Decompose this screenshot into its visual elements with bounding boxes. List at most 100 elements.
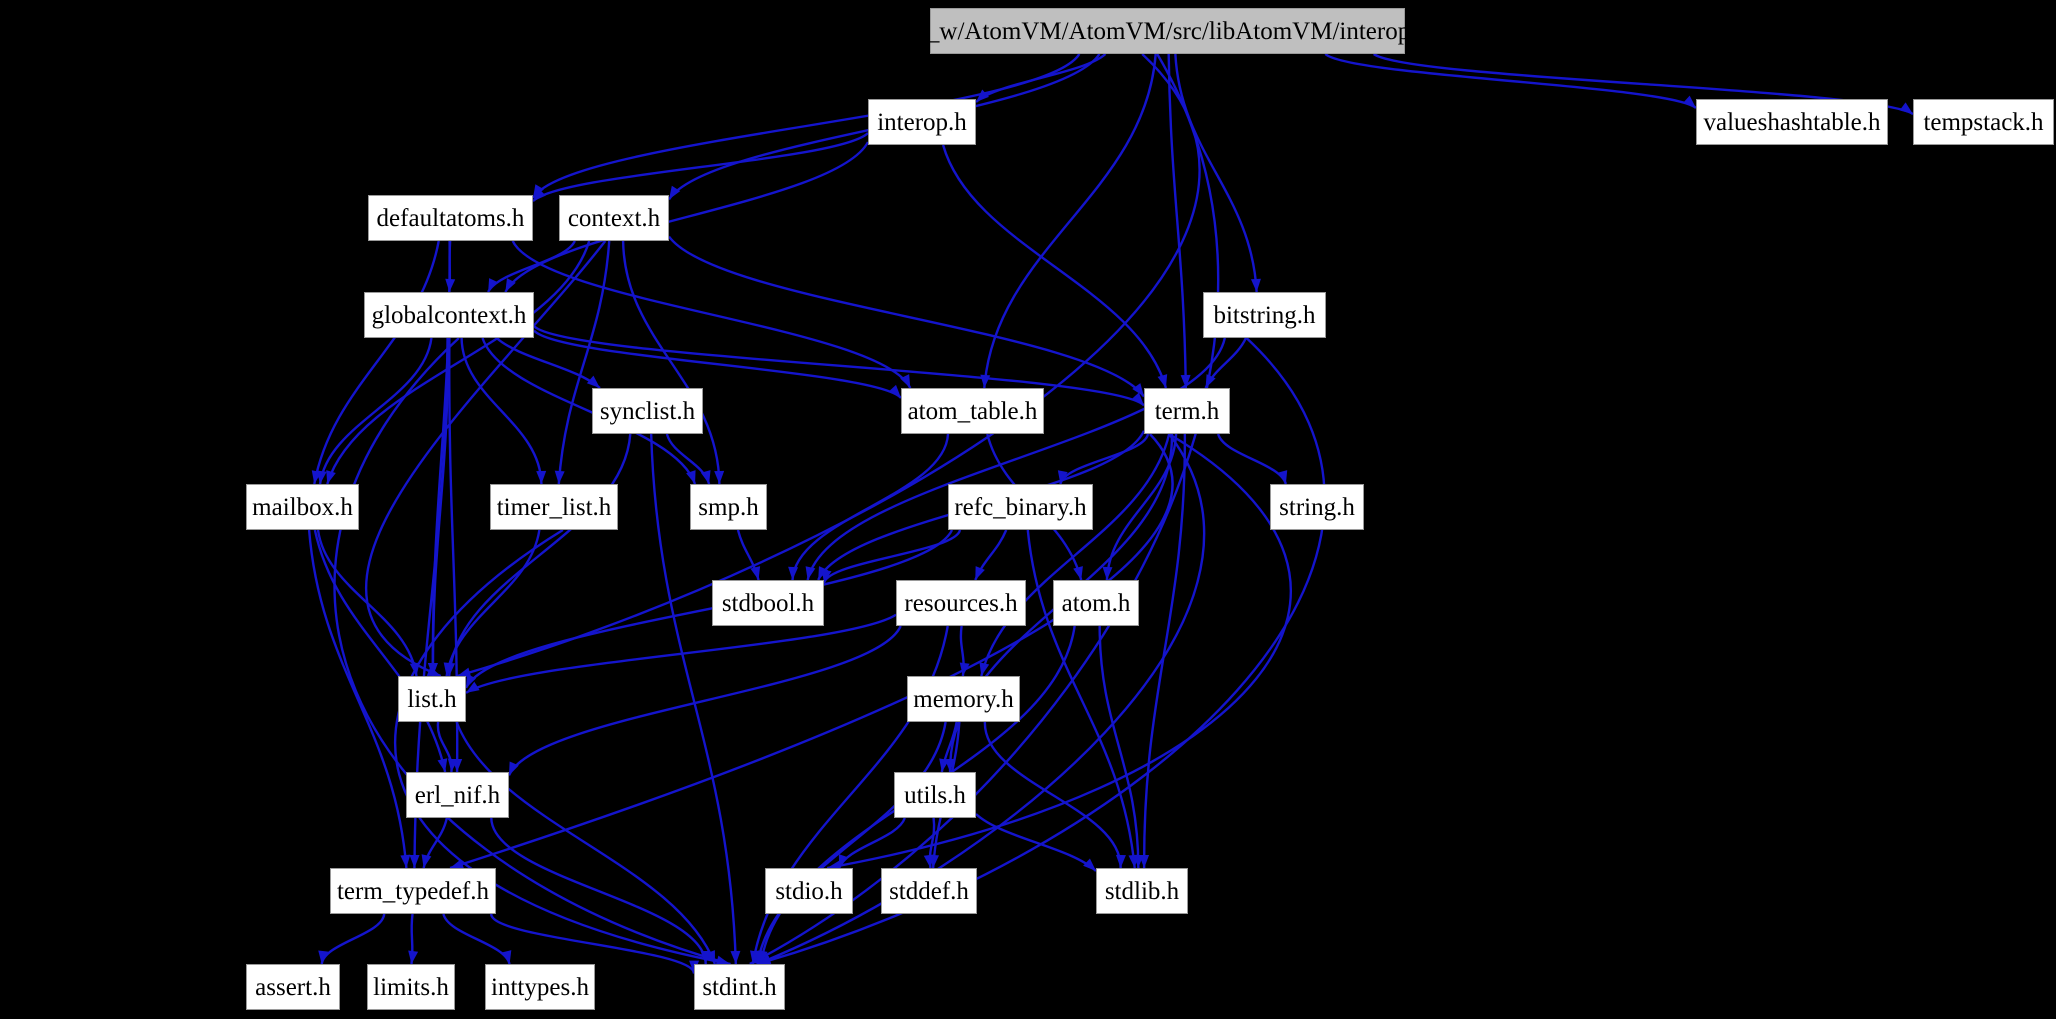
graph-node-atom-h[interactable]: atom.h [1053,580,1139,626]
graph-node-label: bitstring.h [1213,301,1316,329]
graph-node-label: /__w/AtomVM/AtomVM/src/libAtomVM/interop… [907,17,1428,45]
graph-node-stdint-h[interactable]: stdint.h [694,964,785,1010]
graph-edge-context_h-to-globalcontext_h [487,240,576,293]
graph-arrowhead-interop_c-to-context_h [669,185,681,200]
graph-node-tempstack-h[interactable]: tempstack.h [1913,99,2054,145]
graph-node-valueshashtable-h[interactable]: valueshashtable.h [1696,99,1888,145]
graph-node-label: valueshashtable.h [1703,108,1881,136]
graph-node-label: term.h [1154,397,1220,425]
graph-arrowhead-globalcontext_h-to-atom_table_h [888,384,901,398]
graph-arrowhead-context_h-to-mailbox_h [326,470,336,484]
graph-arrowhead-atom_table_h-to-stdbool_h [788,566,799,580]
graph-node-label: stddef.h [889,877,969,905]
graph-node-defaultatoms-h[interactable]: defaultatoms.h [368,195,533,241]
graph-arrowhead-globalcontext_h-to-timer_list_h [536,470,547,484]
graph-edge-mailbox_h-to-term_typedef_h [307,529,408,869]
graph-edge-defaultatoms_h-to-mailbox_h [313,240,440,485]
graph-node-interop-h[interactable]: interop.h [868,99,976,145]
graph-edge-interop_c-to-atom_table_h [983,53,1157,389]
graph-node-limits-h[interactable]: limits.h [367,964,455,1010]
graph-edge-term_typedef_h-to-assert_h [320,913,386,965]
graph-arrowhead-refc_binary_h-to-resources_h [975,566,985,580]
graph-edge-memory_h-to-stdint_h [756,721,947,965]
graph-edge-interop_c-to-defaultatoms_h [531,53,1081,199]
graph-node-label: stdint.h [702,973,777,1001]
graph-edge-context_h-to-timer_list_h [557,240,611,485]
graph-node-label: resources.h [904,589,1018,617]
graph-edge-term_h-to-stdlib_h [1142,433,1187,869]
graph-arrowhead-memory_h-to-stdlib_h [1115,854,1126,868]
graph-node-label: string.h [1279,493,1355,521]
graph-node-list-h[interactable]: list.h [398,676,466,722]
graph-node-refc-binary-h[interactable]: refc_binary.h [948,484,1093,530]
graph-node-label: inttypes.h [491,973,589,1001]
graph-node-smp-h[interactable]: smp.h [690,484,767,530]
graph-arrowhead-interop_h-to-term_h [1157,374,1168,388]
graph-node-stddef-h[interactable]: stddef.h [881,868,977,914]
graph-node-label: stdio.h [775,877,843,905]
graph-node-label: memory.h [913,685,1014,713]
graph-arrowhead-utils_h-to-stdlib_h [1083,858,1096,871]
include-dependency-graph: /__w/AtomVM/AtomVM/src/libAtomVM/interop… [0,0,2056,1019]
graph-node-label: stdbool.h [721,589,815,617]
graph-node-label: atom.h [1061,589,1131,617]
graph-node-bitstring-h[interactable]: bitstring.h [1203,292,1326,338]
graph-node-inttypes-h[interactable]: inttypes.h [485,964,595,1010]
graph-node-label: context.h [567,204,661,232]
graph-node-globalcontext-h[interactable]: globalcontext.h [364,292,534,338]
graph-node-label: erl_nif.h [414,781,501,809]
graph-arrowhead-interop_c-to-bitstring_h [1250,278,1261,292]
graph-edge-refc_binary_h-to-list_h [464,529,954,689]
graph-node-string-h[interactable]: string.h [1270,484,1364,530]
graph-node-term-typedef-h[interactable]: term_typedef.h [330,868,496,914]
graph-node-label: atom_table.h [907,397,1038,425]
graph-arrowhead-interop_c-to-valueshashtable_h [1682,95,1696,109]
graph-edge-atom_h-to-stdlib_h [1098,625,1140,869]
graph-node-utils-h[interactable]: utils.h [894,772,976,818]
graph-edge-atom_table_h-to-stdbool_h [791,433,950,581]
graph-arrowhead-synclist_h-to-stdint_h [730,950,741,964]
graph-node-erl-nif-h[interactable]: erl_nif.h [406,772,509,818]
graph-edge-interop_c-to-valueshashtable_h [1324,53,1697,109]
graph-edge-memory_h-to-stdlib_h [983,721,1122,869]
graph-node-stdlib-h[interactable]: stdlib.h [1096,868,1188,914]
graph-node-label: synclist.h [599,397,696,425]
graph-node-synclist-h[interactable]: synclist.h [592,388,703,434]
graph-node-label: assert.h [255,973,331,1001]
graph-node-label: limits.h [373,973,449,1001]
graph-arrowhead-globalcontext_h-to-term_typedef_h [409,854,420,868]
graph-node-atom-table-h[interactable]: atom_table.h [901,388,1044,434]
graph-arrowhead-context_h-to-globalcontext_h [488,278,499,292]
graph-node-label: timer_list.h [496,493,612,521]
graph-arrowhead-context_h-to-smp_h [714,470,725,484]
graph-node-stdio-h[interactable]: stdio.h [765,868,853,914]
graph-node-label: utils.h [904,781,966,809]
graph-arrowhead-term_h-to-string_h [1277,470,1288,484]
graph-node-term-h[interactable]: term.h [1144,388,1230,434]
graph-node-label: stdlib.h [1104,877,1180,905]
graph-edge-synclist_h-to-smp_h [665,433,711,485]
graph-node-memory-h[interactable]: memory.h [907,676,1020,722]
graph-node-label: refc_binary.h [954,493,1087,521]
graph-node-context-h[interactable]: context.h [559,195,669,241]
graph-node-stdbool-h[interactable]: stdbool.h [712,580,824,626]
graph-arrowhead-atom_table_h-to-atom_h [1073,566,1083,580]
graph-arrowhead-globalcontext_h-to-synclist_h [586,375,600,388]
graph-edge-resources_h-to-erl_nif_h [507,625,902,776]
graph-node-mailbox-h[interactable]: mailbox.h [246,484,359,530]
graph-arrowhead-smp_h-to-stdbool_h [750,566,761,580]
graph-arrowhead-term_typedef_h-to-limits_h [408,950,419,964]
graph-node-label: smp.h [698,493,759,521]
graph-node-interop-c[interactable]: /__w/AtomVM/AtomVM/src/libAtomVM/interop… [907,8,1428,54]
graph-node-assert-h[interactable]: assert.h [246,964,340,1010]
graph-arrowhead-resources_h-to-memory_h [959,662,970,676]
graph-edge-erl_nif_h-to-stdint_h [490,817,707,965]
graph-node-timer-list-h[interactable]: timer_list.h [490,484,618,530]
graph-edge-refc_binary_h-to-stdbool_h [822,529,962,584]
graph-node-resources-h[interactable]: resources.h [896,580,1026,626]
graph-node-label: term_typedef.h [336,877,490,905]
graph-arrowhead-interop_c-to-tempstack_h [1899,102,1913,115]
graph-node-label: mailbox.h [252,493,353,521]
graph-node-label: defaultatoms.h [376,204,525,232]
graph-node-label: globalcontext.h [371,301,527,329]
